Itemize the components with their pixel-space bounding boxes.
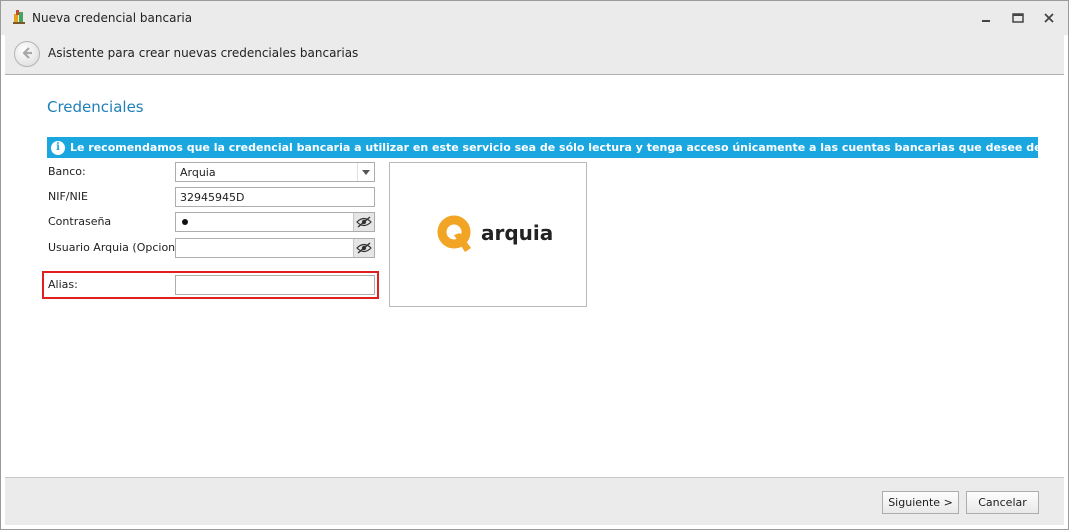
info-banner: i Le recomendamos que la credencial banc… [47, 137, 1038, 158]
password-label: Contraseña [48, 215, 112, 228]
user-label: Usuario Arquia (Opcional) [48, 241, 190, 254]
next-button[interactable]: Siguiente > [882, 491, 959, 514]
close-icon[interactable] [1041, 10, 1057, 26]
bank-logo-panel: arquia [389, 162, 587, 307]
password-mask [182, 219, 188, 225]
hide-password-icon[interactable] [353, 213, 374, 231]
bank-label: Banco: [48, 165, 86, 178]
minimize-icon[interactable] [978, 10, 994, 26]
nif-label: NIF/NIE [48, 190, 88, 203]
wizard-footer: Siguiente > Cancelar [5, 477, 1064, 525]
bank-select[interactable]: Arquia [175, 162, 375, 182]
title-bar: Nueva credencial bancaria [1, 1, 1068, 35]
hide-user-icon[interactable] [353, 239, 374, 257]
user-input[interactable] [175, 238, 375, 258]
wizard-header: Asistente para crear nuevas credenciales… [5, 35, 1064, 75]
main-content: Credenciales i Le recomendamos que la cr… [5, 76, 1064, 477]
info-banner-text: Le recomendamos que la credencial bancar… [70, 141, 1038, 154]
arquia-logo-icon [437, 215, 475, 260]
bank-select-value: Arquia [180, 165, 216, 179]
wizard-title: Asistente para crear nuevas credenciales… [48, 46, 359, 60]
cancel-button[interactable]: Cancelar [966, 491, 1039, 514]
window-title: Nueva credencial bancaria [32, 11, 193, 25]
wizard-window: Nueva credencial bancaria Asistente para… [0, 0, 1069, 530]
alias-label: Alias: [48, 278, 78, 291]
arrow-left-icon [20, 46, 34, 63]
nif-input[interactable]: 32945945D [175, 187, 375, 207]
app-icon [11, 9, 27, 25]
bank-logo-text: arquia [481, 221, 554, 245]
restore-icon[interactable] [1010, 10, 1026, 26]
chevron-down-icon[interactable] [357, 163, 374, 181]
nif-input-value: 32945945D [180, 190, 245, 204]
section-title: Credenciales [47, 98, 144, 116]
info-icon: i [51, 140, 65, 155]
alias-input[interactable] [175, 275, 375, 295]
password-input[interactable] [175, 212, 375, 232]
back-button[interactable] [14, 41, 40, 67]
